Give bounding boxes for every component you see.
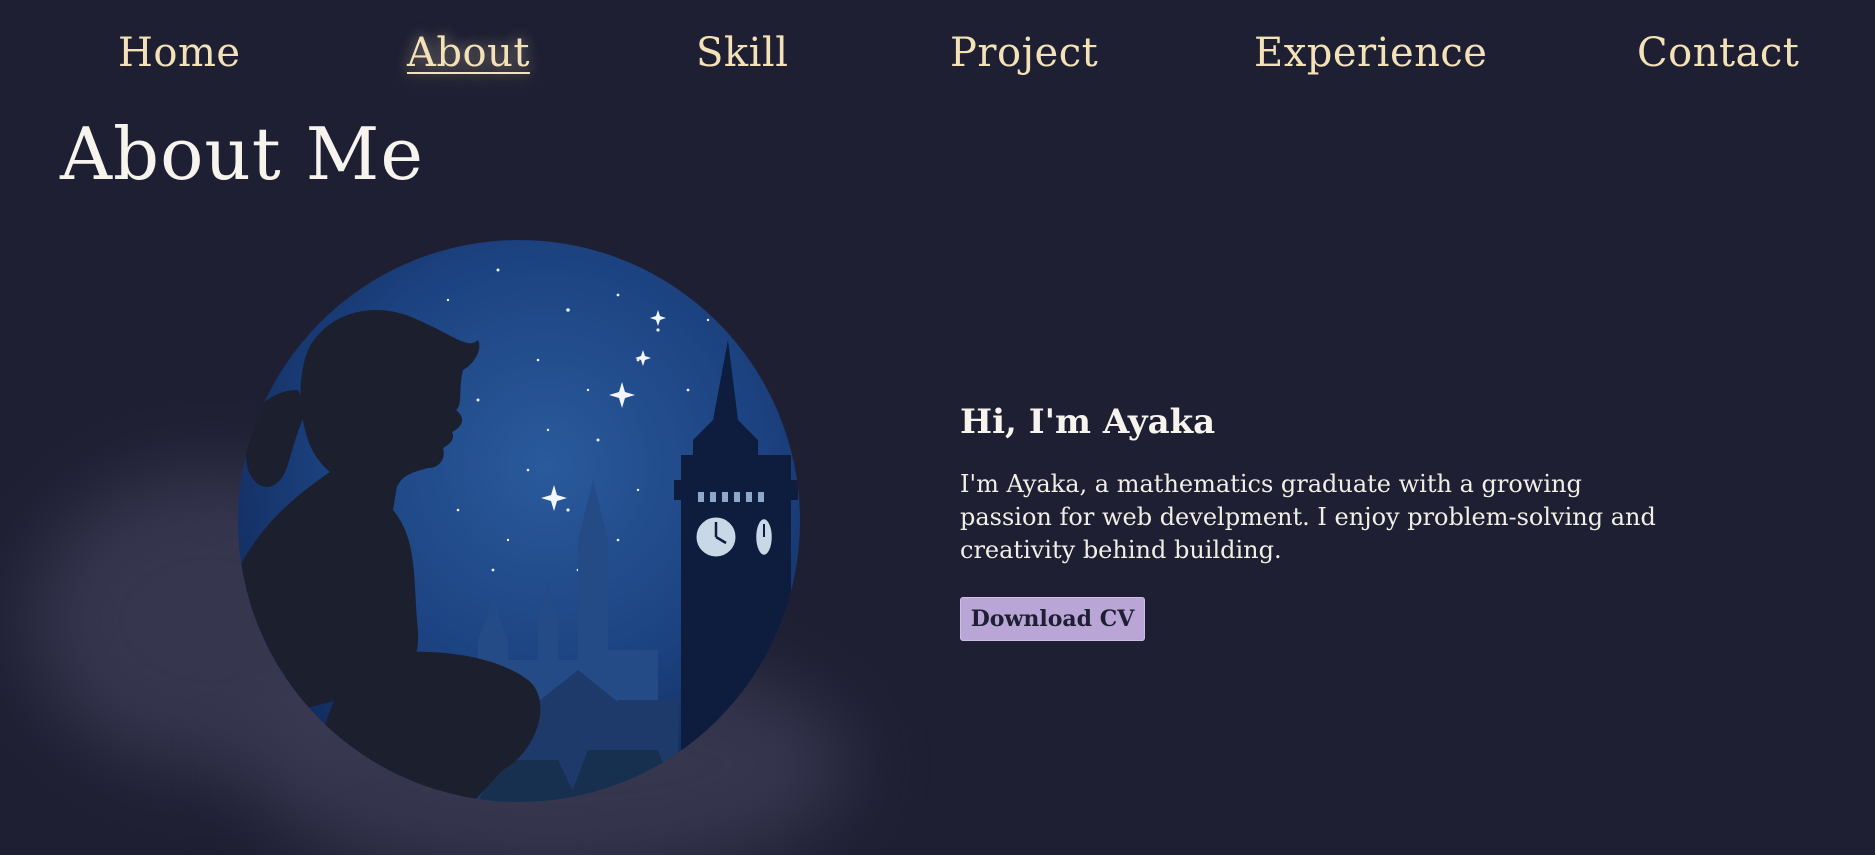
nav-home-link[interactable]: Home	[118, 30, 241, 76]
intro-paragraph: I'm Ayaka, a mathematics graduate with a…	[960, 470, 1656, 564]
nav-about-link[interactable]: About	[407, 30, 530, 76]
download-cv-button[interactable]: Download CV	[960, 597, 1145, 641]
profile-illustration	[238, 240, 800, 802]
nav-skill-link[interactable]: Skill	[696, 30, 789, 76]
intro-heading: Hi, I'm Ayaka	[960, 402, 1216, 442]
night-city-silhouette-image	[238, 240, 800, 802]
page-title: About Me	[60, 112, 424, 196]
nav-project-link[interactable]: Project	[950, 30, 1098, 76]
main-nav: Home About Skill Project Experience Cont…	[0, 0, 1875, 110]
nav-experience-link[interactable]: Experience	[1254, 30, 1487, 76]
nav-contact-link[interactable]: Contact	[1637, 30, 1799, 76]
